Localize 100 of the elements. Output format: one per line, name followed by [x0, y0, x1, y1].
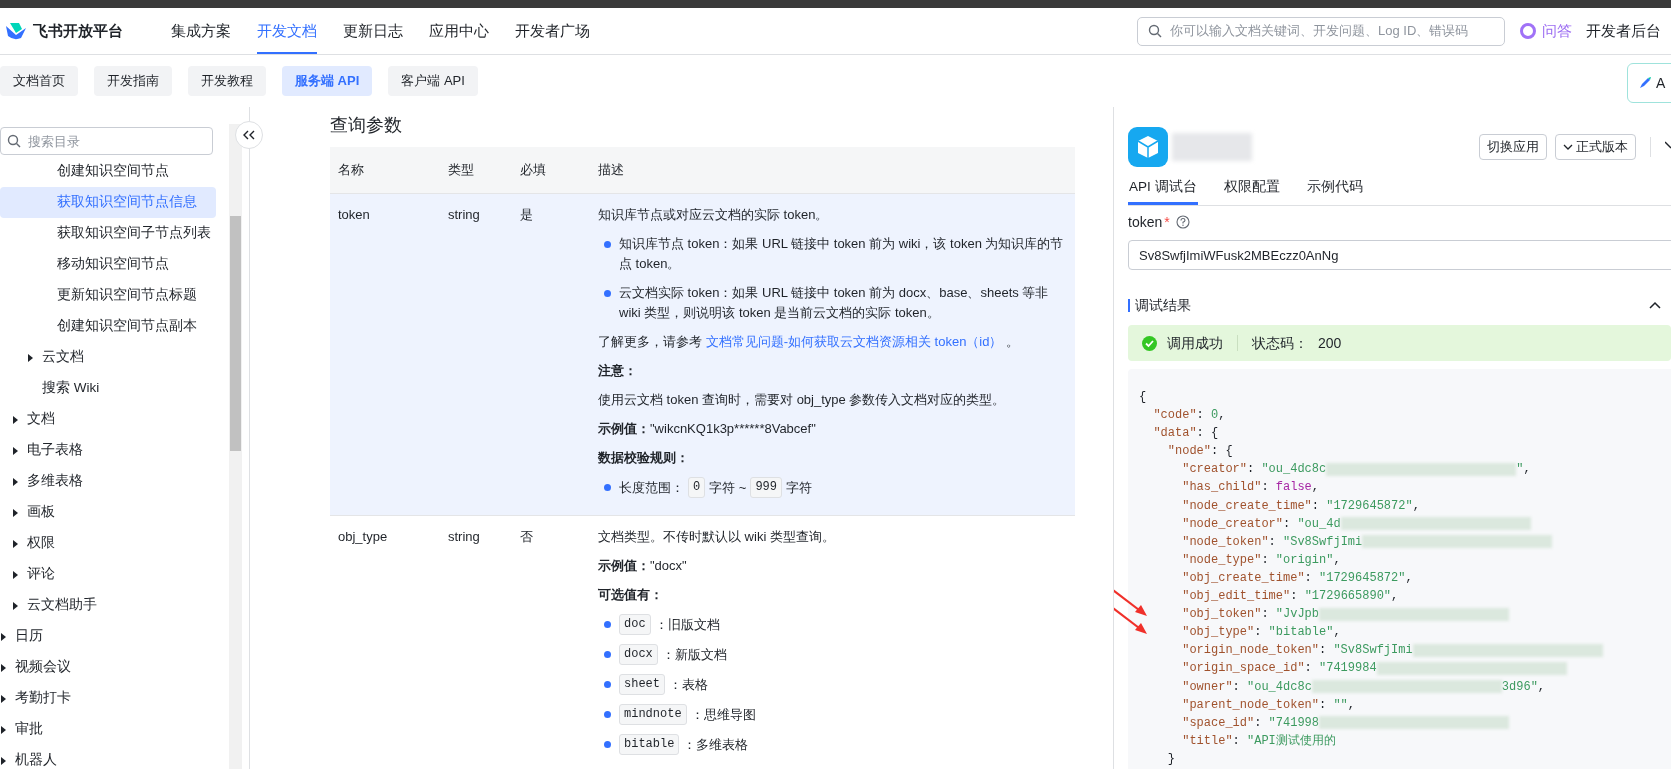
column-header: 名称: [337, 161, 365, 180]
code-token: ,: [1311, 479, 1320, 497]
code-token: "ou_4dc8c: [1261, 461, 1327, 479]
description-text: 知识库节点 token：如果 URL 链接中 token 前为 wiki，该 token 为知识库的节点 token。: [619, 235, 1065, 273]
subnav-tab[interactable]: 文档首页: [0, 66, 78, 96]
code-token: ,: [1412, 497, 1420, 515]
tree-item[interactable]: 更新知识空间节点标题: [0, 280, 216, 311]
code-token: "code": [1153, 407, 1197, 425]
table-cell: 是: [520, 207, 533, 222]
description-text: 示例值："docx": [598, 557, 687, 575]
tree-item[interactable]: 移动知识空间节点: [0, 249, 216, 280]
token-field[interactable]: Sv8SwfjImiWFusk2MBEczz0AnNg: [1128, 240, 1671, 270]
nav-tab[interactable]: 应用中心: [429, 8, 489, 54]
help-icon: [1175, 215, 1190, 229]
code-token: "Sv8SwfjImi: [1333, 642, 1413, 660]
code-token: ,: [1391, 588, 1399, 606]
code-token: "origin_node_token": [1182, 642, 1319, 660]
tree-item[interactable]: 考勤打卡: [0, 683, 216, 714]
nav-tab[interactable]: 开发者广场: [515, 8, 590, 54]
tree-item[interactable]: 创建知识空间节点: [0, 156, 216, 187]
tree-item[interactable]: 电子表格: [0, 435, 216, 466]
code-token: "7419984: [1319, 660, 1377, 678]
description-text: 文档类型。不传时默认以 wiki 类型查询。: [598, 528, 835, 546]
chevron-down-icon: [1563, 143, 1573, 151]
code-token: "node": [1167, 443, 1211, 461]
description-text: 可选值有：: [598, 586, 663, 604]
tree-item[interactable]: 日历: [0, 621, 216, 652]
code-token: "1729665890": [1304, 588, 1392, 606]
description-text: ：旧版文档: [654, 615, 720, 634]
bullet-icon: [604, 621, 611, 628]
console-link[interactable]: 开发者后台: [1586, 19, 1661, 43]
tree-item[interactable]: 权限: [0, 528, 216, 559]
search-field[interactable]: 你可以输入文档关键词、开发问题、Log ID、错误码: [1137, 16, 1505, 46]
ring-icon: [1519, 22, 1537, 40]
table-cell: string: [448, 207, 480, 222]
tree-item[interactable]: 画板: [0, 497, 216, 528]
description-text: 了解更多，请参考 文档常见问题-如何获取云文档资源相关 token（id） 。: [598, 333, 1020, 351]
bullet-icon: [604, 290, 611, 297]
tree-item[interactable]: 评论: [0, 559, 216, 590]
subnav-tab[interactable]: 服务端 API: [282, 66, 373, 96]
code-token: :: [1196, 407, 1205, 425]
code-token: 3d96": [1501, 678, 1538, 696]
subnav-tab[interactable]: 开发教程: [188, 66, 266, 96]
code-token: "JvJpb: [1275, 606, 1320, 624]
tree-item[interactable]: 文档: [0, 404, 216, 435]
tree-item[interactable]: 创建知识空间节点副本: [0, 311, 216, 342]
code-token: : {: [1211, 443, 1233, 461]
panel-tab[interactable]: 权限配置: [1222, 173, 1281, 205]
code-token: "741998: [1268, 714, 1320, 732]
table-cell: string: [448, 529, 480, 544]
nav-tab[interactable]: 更新日志: [343, 8, 403, 54]
tree-item[interactable]: 多维表格: [0, 466, 216, 497]
nav-tab[interactable]: 开发文档: [257, 8, 317, 54]
search-icon: [7, 134, 21, 148]
assistant-button[interactable]: A: [1627, 63, 1671, 103]
description-text: ：表格: [669, 675, 708, 694]
required-mark: *: [1164, 212, 1170, 232]
ask-button[interactable]: 问答: [1519, 19, 1572, 43]
tree-item[interactable]: 机器人: [0, 745, 216, 769]
inline-code: sheet: [619, 674, 665, 695]
tree-item[interactable]: 搜索 Wiki: [0, 373, 216, 404]
code-token: "origin": [1275, 551, 1334, 569]
tree-item[interactable]: 获取知识空间节点信息: [0, 187, 216, 218]
chevron-up-icon[interactable]: [1649, 301, 1661, 309]
description-text: 长度范围：: [619, 478, 684, 497]
code-token: ,: [1333, 551, 1341, 569]
search-field[interactable]: 搜索目录: [0, 127, 213, 155]
tree-item[interactable]: 审批: [0, 714, 216, 745]
tree-item[interactable]: 视频会议: [0, 652, 216, 683]
nav-tab[interactable]: 集成方案: [171, 8, 231, 54]
description-text: 字符 ~: [709, 478, 747, 497]
tree-item[interactable]: 云文档: [0, 342, 216, 373]
code-token: "1729645872": [1319, 569, 1406, 587]
code-token: ,: [1347, 696, 1356, 714]
code-token: :: [1254, 624, 1263, 642]
double-chevron-left-icon: [243, 130, 255, 140]
code-token: :: [1304, 569, 1313, 587]
code-token: "node_type": [1182, 551, 1262, 569]
code-token: ,: [1218, 407, 1226, 425]
tree-item[interactable]: 获取知识空间子节点列表: [0, 218, 216, 249]
panel-tab[interactable]: 示例代码: [1305, 173, 1364, 205]
brand-name: 飞书开放平台: [33, 20, 123, 41]
collapse-button[interactable]: [235, 121, 263, 149]
code-token: :: [1261, 551, 1270, 569]
panel-tab[interactable]: API 调试台: [1128, 173, 1198, 205]
panel-button[interactable]: 切换应用: [1479, 134, 1547, 160]
description-text: 注意：: [598, 362, 637, 380]
inline-code: mindnote: [619, 704, 687, 725]
description-text: ：新版文档: [661, 645, 727, 664]
panel-button[interactable]: 正式版本: [1555, 134, 1636, 160]
scrollbar[interactable]: [229, 124, 242, 769]
inline-code: 0: [688, 477, 706, 498]
code-token: "bitable": [1268, 624, 1334, 642]
doc-link[interactable]: 文档常见问题-如何获取云文档资源相关 token（id）: [705, 334, 1003, 349]
tree-item[interactable]: 云文档助手: [0, 590, 216, 621]
code-token: :: [1319, 696, 1328, 714]
code-token: "space_id": [1182, 714, 1255, 732]
subnav-tab[interactable]: 客户端 API: [388, 66, 478, 96]
code-token: "has_child": [1182, 479, 1262, 497]
subnav-tab[interactable]: 开发指南: [94, 66, 172, 96]
